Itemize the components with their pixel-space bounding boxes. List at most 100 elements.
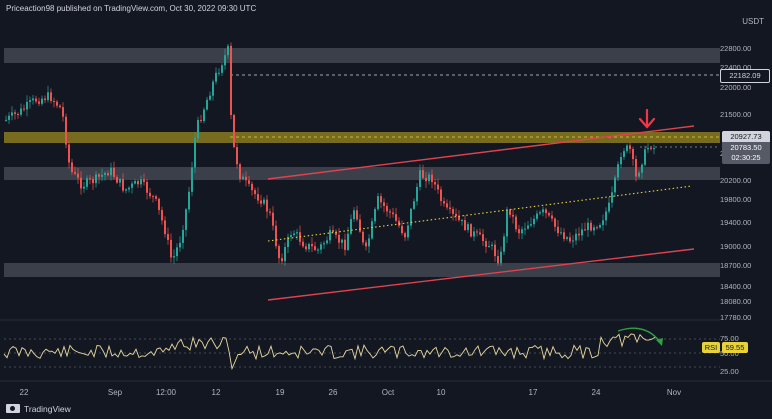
candle-body (89, 178, 91, 180)
candle-body (563, 232, 565, 239)
candle-body (323, 243, 325, 245)
candle-body (566, 237, 568, 239)
candle-body (104, 173, 106, 175)
candle-body (629, 145, 631, 149)
price-tick: 20200.00 (720, 176, 752, 185)
candle-body (59, 105, 61, 108)
candle-body (164, 220, 166, 235)
price-tick: 21500.00 (720, 110, 752, 119)
candle-body (224, 55, 226, 66)
candle-body (461, 220, 463, 222)
candle-body (539, 212, 541, 214)
tradingview-brand[interactable]: TradingView (6, 404, 71, 414)
candle-body (122, 179, 124, 191)
candle-body (131, 183, 133, 188)
candle-body (431, 174, 433, 183)
candle-body (476, 231, 478, 233)
candle-body (446, 203, 448, 208)
candle-body (290, 235, 292, 237)
candle-body (491, 244, 493, 246)
price-tick: 19400.00 (720, 218, 752, 227)
candle-body (206, 99, 208, 110)
candle-body (470, 224, 472, 237)
candle-body (236, 147, 238, 165)
candle-body (641, 164, 643, 173)
candle-body (332, 230, 334, 233)
candle-body (170, 239, 172, 258)
candle-body (638, 172, 640, 177)
candle-body (209, 95, 211, 100)
candle-body (83, 186, 85, 189)
candle-body (449, 207, 451, 210)
candle-body (494, 244, 496, 257)
candle-body (389, 211, 391, 213)
candle-body (221, 65, 223, 73)
candle-body (227, 45, 229, 56)
price-chart[interactable] (0, 0, 772, 419)
candle-body (98, 174, 100, 177)
candle-body (41, 98, 43, 104)
price-tick: 18700.00 (720, 261, 752, 270)
candle-body (626, 145, 628, 152)
candle-body (116, 176, 118, 183)
candle-body (632, 148, 634, 160)
candle-body (95, 174, 97, 184)
candle-body (233, 115, 235, 148)
candle-body (572, 240, 574, 242)
candle-body (155, 196, 157, 199)
candle-body (8, 115, 10, 120)
candle-body (611, 192, 613, 203)
candle-body (503, 236, 505, 252)
candle-body (176, 247, 178, 257)
candle-body (275, 225, 277, 247)
time-tick: Nov (666, 388, 682, 397)
price-tick: 22000.00 (720, 83, 752, 92)
candle-body (557, 226, 559, 234)
candle-body (560, 232, 562, 234)
candle-body (158, 198, 160, 211)
candle-body (482, 234, 484, 241)
time-tick: 17 (528, 388, 538, 397)
candle-body (635, 159, 637, 177)
candle-body (191, 167, 193, 192)
candle-body (245, 176, 247, 181)
candle-body (545, 209, 547, 214)
candle-body (485, 240, 487, 247)
candle-body (200, 119, 202, 122)
candle-body (497, 256, 499, 264)
candle-body (374, 209, 376, 222)
price-tick: 22800.00 (720, 44, 752, 53)
candle-body (518, 229, 520, 234)
candle-body (644, 149, 646, 165)
candle-body (587, 222, 589, 231)
candle-body (44, 98, 46, 101)
candle-body (293, 233, 295, 236)
candle-body (506, 209, 508, 237)
candle-body (35, 98, 37, 102)
candle-body (182, 229, 184, 243)
candle-body (80, 177, 82, 189)
candle-body (368, 238, 370, 247)
rsi-value-tag: 59.55 (722, 342, 748, 353)
rsi-tick-25: 25.00 (720, 367, 739, 376)
candle-body (134, 181, 136, 184)
candle-body (167, 234, 169, 240)
candle-body (524, 228, 526, 230)
candle-body (242, 176, 244, 180)
candle-body (425, 177, 427, 182)
candle-body (215, 72, 217, 82)
candle-body (617, 164, 619, 178)
candle-body (128, 187, 130, 190)
candle-body (143, 179, 145, 182)
candle-body (74, 172, 76, 174)
candle-body (329, 230, 331, 241)
candle-body (428, 174, 430, 182)
candle-body (119, 179, 121, 183)
candle-body (554, 218, 556, 227)
candlestick-series (5, 42, 655, 267)
candle-body (599, 224, 601, 228)
candle-body (383, 202, 385, 207)
time-tick: 12:00 (155, 388, 177, 397)
candle-body (386, 206, 388, 212)
candle-body (86, 178, 88, 187)
